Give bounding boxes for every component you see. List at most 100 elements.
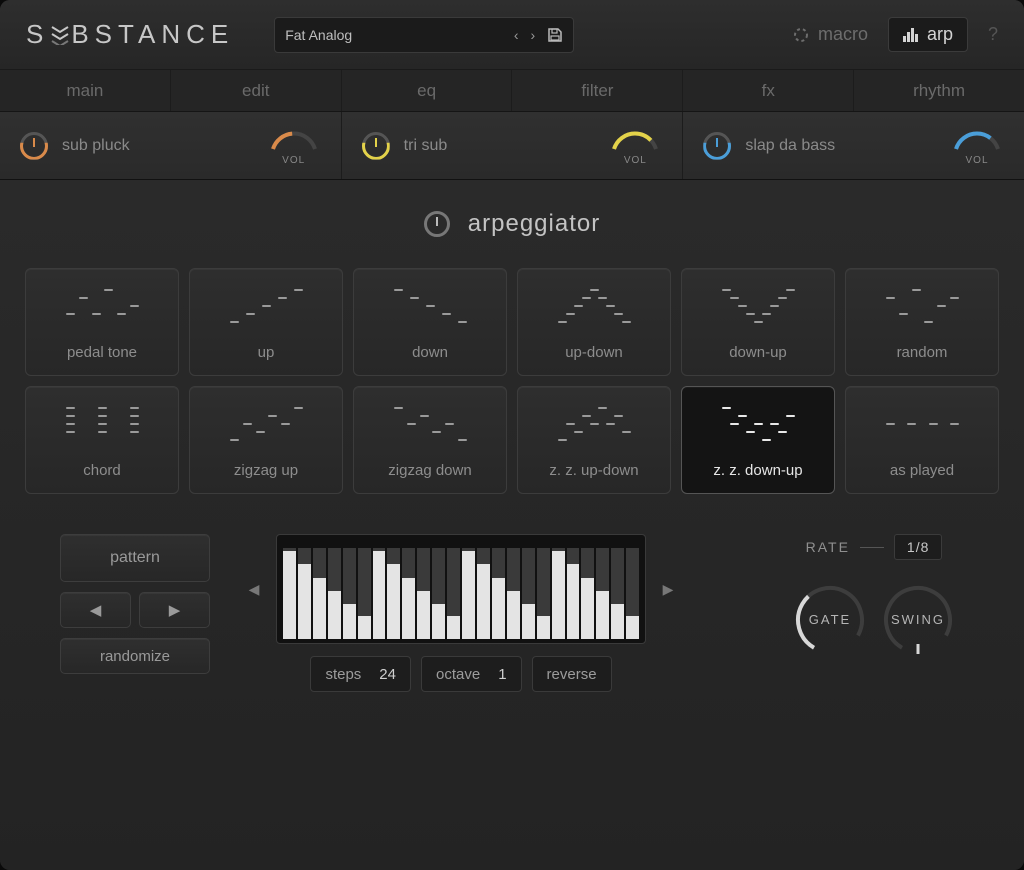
- tab-rhythm[interactable]: rhythm: [854, 70, 1024, 111]
- reverse-button[interactable]: reverse: [532, 656, 612, 692]
- logo-text-left: S: [26, 19, 49, 50]
- layer-2-power[interactable]: [362, 132, 390, 160]
- seq-step-10[interactable]: [417, 543, 430, 639]
- layer-3: slap da bass VOL: [683, 112, 1024, 179]
- bottom-controls: pattern ◀ ▶ randomize ◀ ▶ steps 24: [20, 534, 1004, 692]
- step-sequencer[interactable]: [276, 534, 646, 644]
- arp-label: arp: [927, 24, 953, 45]
- layer-3-power[interactable]: [703, 132, 731, 160]
- layer-2: tri sub VOL: [342, 112, 684, 179]
- macro-icon: [792, 26, 810, 44]
- seq-step-8[interactable]: [387, 543, 400, 639]
- top-bar: S BSTANCE Fat Analog ‹ › macro: [0, 0, 1024, 70]
- seq-step-18[interactable]: [537, 543, 550, 639]
- preset-prev-icon[interactable]: ‹: [514, 27, 519, 43]
- layer-1-power[interactable]: [20, 132, 48, 160]
- mode-up[interactable]: up: [189, 268, 343, 376]
- tab-fx[interactable]: fx: [683, 70, 854, 111]
- seq-step-14[interactable]: [477, 543, 490, 639]
- arp-tab-button[interactable]: arp: [888, 17, 968, 52]
- mode-z-z-down-up[interactable]: z. z. down-up: [681, 386, 835, 494]
- layer-3-vol[interactable]: VOL: [950, 125, 1004, 166]
- pattern-prev-button[interactable]: ◀: [60, 592, 131, 628]
- seq-step-20[interactable]: [567, 543, 580, 639]
- page-tabs: main edit eq filter fx rhythm: [0, 70, 1024, 112]
- tab-eq[interactable]: eq: [342, 70, 513, 111]
- seq-step-13[interactable]: [462, 543, 475, 639]
- macro-label: macro: [818, 24, 868, 45]
- mode-label: down: [412, 344, 448, 361]
- gate-dial[interactable]: GATE: [788, 578, 872, 662]
- mode-zigzag-down[interactable]: zigzag down: [353, 386, 507, 494]
- randomize-button[interactable]: randomize: [60, 638, 210, 674]
- preset-name: Fat Analog: [285, 27, 514, 43]
- seq-step-2[interactable]: [298, 543, 311, 639]
- help-button[interactable]: ?: [988, 24, 998, 45]
- seq-step-15[interactable]: [492, 543, 505, 639]
- mode-label: z. z. up-down: [549, 462, 638, 479]
- seq-step-5[interactable]: [343, 543, 356, 639]
- mode-label: pedal tone: [67, 344, 137, 361]
- tab-main[interactable]: main: [0, 70, 171, 111]
- preset-next-icon[interactable]: ›: [531, 27, 536, 43]
- seq-step-4[interactable]: [328, 543, 341, 639]
- layer-1: sub pluck VOL: [0, 112, 342, 179]
- seq-step-7[interactable]: [373, 543, 386, 639]
- mode-z-z-up-down[interactable]: z. z. up-down: [517, 386, 671, 494]
- mode-label: chord: [83, 462, 121, 479]
- tab-edit[interactable]: edit: [171, 70, 342, 111]
- seq-step-1[interactable]: [283, 543, 296, 639]
- seq-scroll-left[interactable]: ◀: [240, 534, 268, 644]
- mode-label: as played: [890, 462, 954, 479]
- seq-step-17[interactable]: [522, 543, 535, 639]
- arp-power-button[interactable]: [424, 211, 450, 237]
- seq-step-23[interactable]: [611, 543, 624, 639]
- seq-step-11[interactable]: [432, 543, 445, 639]
- mode-label: down-up: [729, 344, 787, 361]
- seq-step-22[interactable]: [596, 543, 609, 639]
- pattern-button[interactable]: pattern: [60, 534, 210, 582]
- mode-label: up: [258, 344, 275, 361]
- seq-step-19[interactable]: [552, 543, 565, 639]
- seq-step-12[interactable]: [447, 543, 460, 639]
- mode-as-played[interactable]: as played: [845, 386, 999, 494]
- mode-grid: pedal tone up down up-down down-up random chor…: [25, 268, 999, 494]
- logo-chevron-icon: [51, 25, 69, 45]
- seq-step-24[interactable]: [626, 543, 639, 639]
- arp-panel: arpeggiator pedal tone up down up-down down-…: [0, 180, 1024, 870]
- mode-label: up-down: [565, 344, 623, 361]
- swing-dial[interactable]: SWING: [876, 578, 960, 662]
- mode-random[interactable]: random: [845, 268, 999, 376]
- layer-3-name[interactable]: slap da bass: [745, 137, 936, 155]
- seq-scroll-right[interactable]: ▶: [654, 534, 682, 644]
- seq-step-9[interactable]: [402, 543, 415, 639]
- tab-filter[interactable]: filter: [512, 70, 683, 111]
- reverse-label: reverse: [547, 666, 597, 683]
- arp-title-label: arpeggiator: [468, 210, 600, 238]
- layer-2-vol[interactable]: VOL: [608, 125, 662, 166]
- vol-label: VOL: [966, 155, 989, 166]
- pattern-next-button[interactable]: ▶: [139, 592, 210, 628]
- layer-1-vol[interactable]: VOL: [267, 125, 321, 166]
- mode-down[interactable]: down: [353, 268, 507, 376]
- mode-chord[interactable]: chord: [25, 386, 179, 494]
- layer-2-name[interactable]: tri sub: [404, 137, 595, 155]
- mode-label: zigzag down: [388, 462, 471, 479]
- seq-step-21[interactable]: [581, 543, 594, 639]
- steps-field[interactable]: steps 24: [310, 656, 411, 692]
- preset-selector[interactable]: Fat Analog ‹ ›: [274, 17, 574, 53]
- macro-button[interactable]: macro: [792, 24, 868, 45]
- mode-down-up[interactable]: down-up: [681, 268, 835, 376]
- app-window: S BSTANCE Fat Analog ‹ › macro: [0, 0, 1024, 870]
- save-icon[interactable]: [547, 27, 563, 43]
- mode-up-down[interactable]: up-down: [517, 268, 671, 376]
- mode-pedal-tone[interactable]: pedal tone: [25, 268, 179, 376]
- mode-zigzag-up[interactable]: zigzag up: [189, 386, 343, 494]
- seq-step-3[interactable]: [313, 543, 326, 639]
- octave-value: 1: [498, 666, 506, 683]
- layer-1-name[interactable]: sub pluck: [62, 137, 253, 155]
- rate-value[interactable]: 1/8: [894, 534, 942, 560]
- seq-step-6[interactable]: [358, 543, 371, 639]
- seq-step-16[interactable]: [507, 543, 520, 639]
- octave-field[interactable]: octave 1: [421, 656, 522, 692]
